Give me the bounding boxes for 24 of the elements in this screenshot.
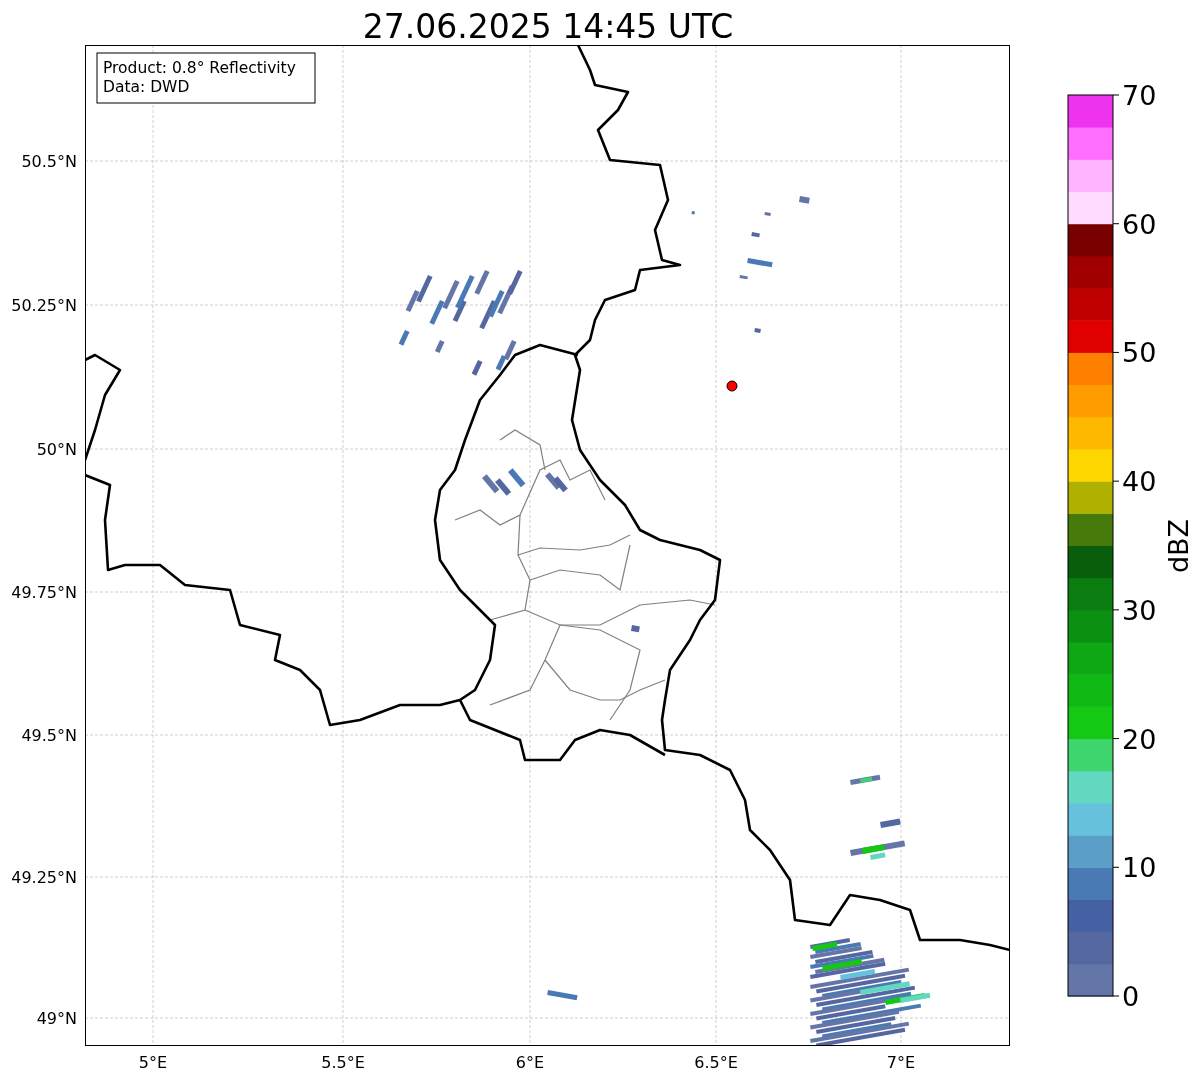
info-text: Product: 0.8° Reflectivity: [103, 59, 296, 77]
colorbar-tick-label: 20: [1122, 723, 1157, 755]
latitude-label: 50.25°N: [11, 296, 77, 315]
longitude-label: 5°E: [138, 1053, 168, 1072]
longitude-label: 6.5°E: [694, 1053, 738, 1072]
latitude-label: 49.5°N: [21, 726, 77, 745]
colorbar-tick-label: 40: [1122, 466, 1157, 498]
chart-title: 27.06.2025 14:45 UTC: [362, 7, 734, 46]
colorbar-tick-label: 60: [1122, 208, 1157, 240]
colorbar-tick-label: 10: [1122, 852, 1157, 884]
latitude-label: 49.25°N: [11, 868, 77, 887]
colorbar-tick-label: 30: [1122, 594, 1157, 626]
latitude-label: 49.75°N: [11, 583, 77, 602]
colorbar-label: dBZ: [1163, 518, 1194, 574]
colorbar-tick-label: 0: [1122, 981, 1140, 1012]
longitude-label: 6°E: [515, 1053, 545, 1072]
colorbar-tick-label: 70: [1122, 80, 1157, 111]
info-text: Data: DWD: [103, 78, 190, 96]
latitude-label: 49°N: [36, 1009, 77, 1028]
latitude-label: 50.5°N: [21, 152, 77, 171]
latitude-label: 50°N: [36, 440, 77, 459]
colorbar-tick-label: 50: [1122, 337, 1157, 369]
longitude-label: 5.5°E: [321, 1053, 365, 1072]
longitude-label: 7°E: [886, 1053, 916, 1072]
